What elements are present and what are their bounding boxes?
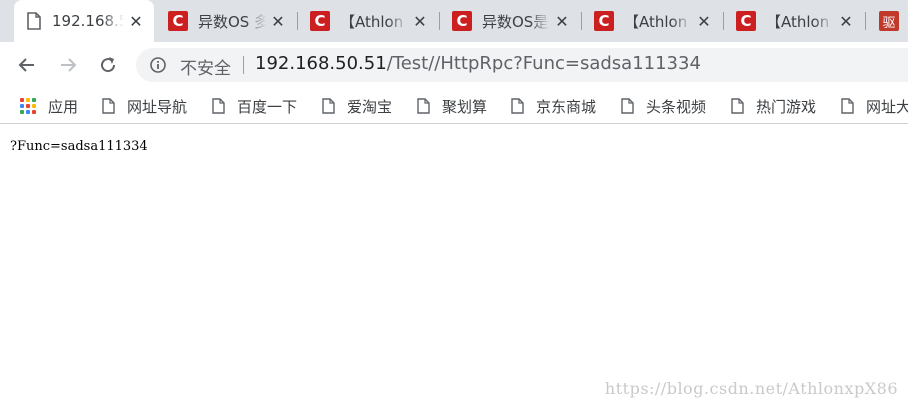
- page-icon: [102, 98, 115, 114]
- tab-title: 【Athlon: [624, 12, 688, 31]
- bookmark-label: 京东商城: [536, 97, 597, 116]
- bookmark-label: 网址大全: [866, 97, 908, 116]
- close-icon[interactable]: ✕: [838, 12, 854, 31]
- reload-icon: [101, 57, 116, 73]
- tab-title: 异数OS 多: [198, 12, 266, 31]
- csdn-c-icon: C: [168, 11, 188, 31]
- toolbar: 不安全 192.168.50.51/Test//HttpRpc?Func=sad…: [0, 42, 908, 88]
- bookmark-item[interactable]: 爱淘宝: [322, 96, 392, 116]
- tab[interactable]: C 异数OS是 ✕: [440, 0, 580, 42]
- bookmark-label: 应用: [48, 97, 79, 116]
- close-icon[interactable]: ✕: [270, 12, 286, 31]
- tab[interactable]: C 【Athlon ✕: [724, 0, 864, 42]
- csdn-c-icon: C: [310, 11, 330, 31]
- url-path: /Test//HttpRpc?Func=sadsa111334: [386, 53, 701, 74]
- document-icon: [27, 12, 41, 30]
- page-icon: [511, 98, 524, 114]
- close-icon[interactable]: ✕: [696, 12, 712, 31]
- red-favicon-icon: 驱: [879, 11, 899, 31]
- csdn-c-icon: C: [452, 11, 472, 31]
- page-icon: [621, 98, 634, 114]
- bookmark-item[interactable]: 网址大全: [841, 96, 908, 116]
- page-icon: [841, 98, 854, 114]
- page-content: ?Func=sadsa111334 https://blog.csdn.net/…: [0, 125, 908, 408]
- bookmark-item[interactable]: 头条视频: [621, 96, 706, 116]
- tab-title: 【Athlon: [766, 12, 830, 31]
- tab[interactable]: 驱: [866, 0, 908, 42]
- arrow-left-icon: [18, 58, 34, 72]
- tab[interactable]: C 异数OS 多 ✕: [156, 0, 296, 42]
- apps-grid-icon: [20, 98, 36, 114]
- bookmark-label: 热门游戏: [756, 97, 817, 116]
- watermark: https://blog.csdn.net/AthlonxpX86: [604, 379, 898, 398]
- close-icon[interactable]: ✕: [128, 12, 144, 31]
- page-icon: [212, 98, 225, 114]
- info-icon[interactable]: [150, 57, 166, 73]
- back-button[interactable]: [15, 53, 39, 77]
- tab-title: 【Athlon: [340, 12, 404, 31]
- tab[interactable]: C 【Athlon ✕: [298, 0, 438, 42]
- close-icon[interactable]: ✕: [412, 12, 428, 31]
- tab-title: 异数OS是: [482, 12, 549, 31]
- page-icon: [417, 98, 430, 114]
- tab-strip: 192.168.5 ✕ C 异数OS 多 ✕ C 【Athlon ✕ C 异数O…: [0, 0, 908, 42]
- bookmark-item[interactable]: 京东商城: [511, 96, 596, 116]
- tab-active[interactable]: 192.168.5 ✕: [14, 0, 154, 42]
- omnibox-divider: [243, 56, 244, 74]
- bookmark-apps[interactable]: 应用: [20, 96, 78, 116]
- bookmark-label: 爱淘宝: [347, 97, 393, 116]
- close-icon[interactable]: ✕: [554, 12, 570, 31]
- bookmark-item[interactable]: 网址导航: [102, 96, 187, 116]
- url-text[interactable]: 192.168.50.51/Test//HttpRpc?Func=sadsa11…: [255, 53, 701, 74]
- page-icon: [731, 98, 744, 114]
- address-bar[interactable]: 不安全 192.168.50.51/Test//HttpRpc?Func=sad…: [136, 48, 908, 82]
- bookmark-label: 聚划算: [442, 97, 488, 116]
- bookmark-label: 网址导航: [127, 97, 188, 116]
- url-host: 192.168.50.51: [255, 53, 387, 74]
- bookmark-item[interactable]: 聚划算: [417, 96, 487, 116]
- csdn-c-icon: C: [594, 11, 614, 31]
- arrow-right-icon: [61, 58, 77, 72]
- page-icon: [322, 98, 335, 114]
- tab[interactable]: C 【Athlon ✕: [582, 0, 722, 42]
- bookmark-label: 百度一下: [237, 97, 298, 116]
- response-text: ?Func=sadsa111334: [10, 139, 148, 154]
- security-label: 不安全: [180, 59, 231, 79]
- bookmark-item[interactable]: 热门游戏: [731, 96, 816, 116]
- bookmarks-bar: 应用 网址导航 百度一下 爱淘宝 聚划算 京东商城 头条视频 热门游戏 网址大全: [0, 88, 908, 124]
- forward-button[interactable]: [56, 53, 80, 77]
- bookmark-item[interactable]: 百度一下: [212, 96, 297, 116]
- tab-title: 192.168.5: [52, 12, 124, 30]
- csdn-c-icon: C: [736, 11, 756, 31]
- bookmark-label: 头条视频: [646, 97, 707, 116]
- reload-button[interactable]: [96, 53, 120, 77]
